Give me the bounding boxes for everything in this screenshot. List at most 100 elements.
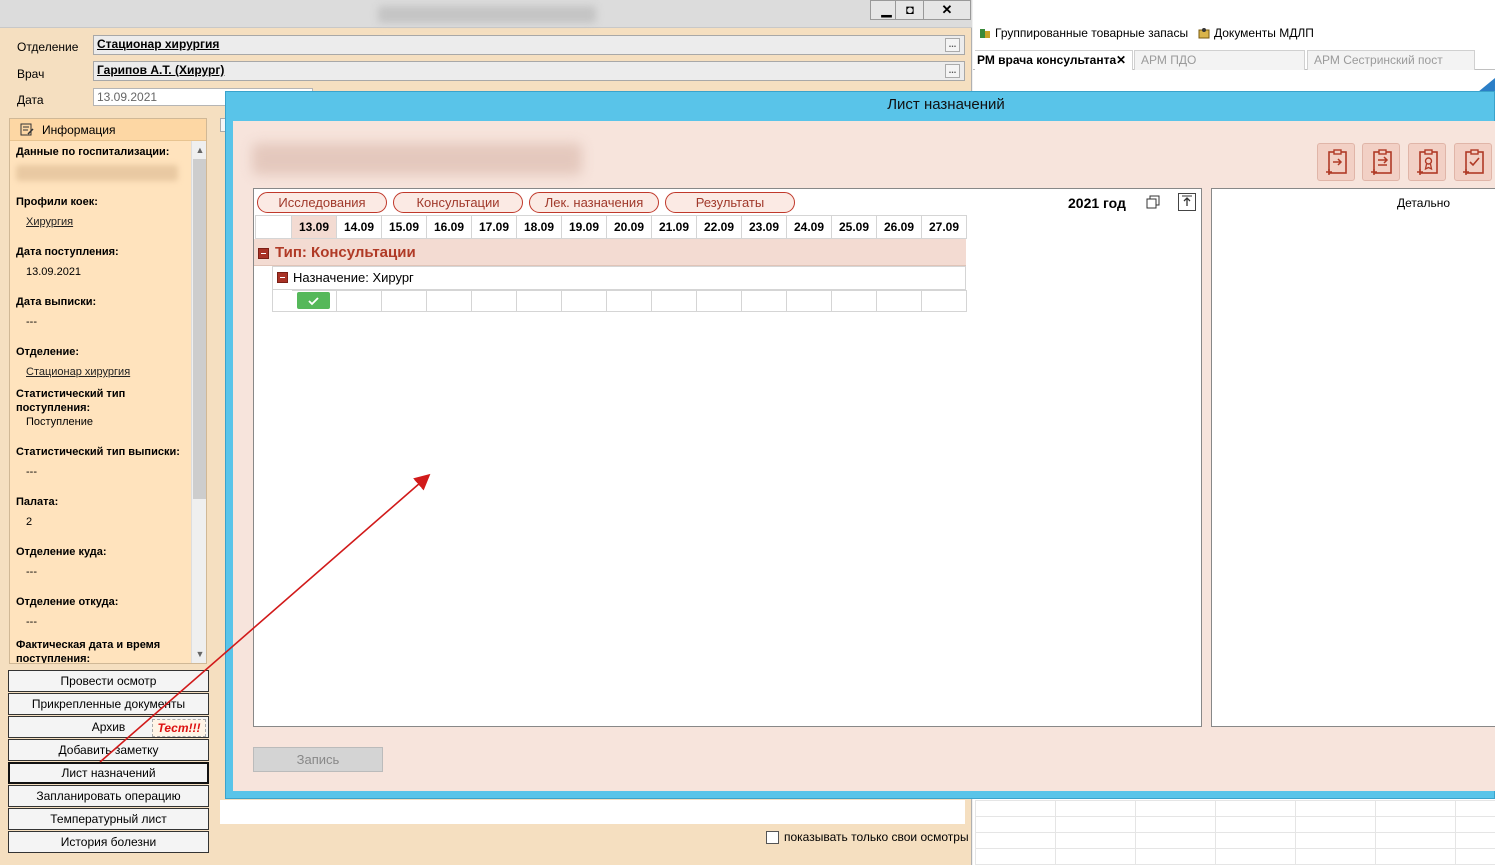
date-label: Дата xyxy=(17,93,44,107)
date-header-cell[interactable]: 18.09 xyxy=(517,215,562,239)
tab-research[interactable]: Исследования xyxy=(257,192,387,213)
department-field[interactable]: Стационар хирургия ... xyxy=(93,35,965,55)
date-header-cell[interactable]: 17.09 xyxy=(472,215,517,239)
date-header-cell[interactable]: 27.09 xyxy=(922,215,967,239)
schedule-cell[interactable] xyxy=(832,290,877,312)
medical-history-button[interactable]: История болезни xyxy=(8,831,209,853)
date-header-cell[interactable]: 13.09 xyxy=(292,215,337,239)
save-button[interactable]: Запись xyxy=(253,747,383,772)
show-own-exams-checkbox[interactable] xyxy=(766,831,779,844)
info-value-discharge-type: --- xyxy=(26,466,37,478)
date-header-cell[interactable]: 25.09 xyxy=(832,215,877,239)
tab-consultant-label: РМ врача консультанта xyxy=(977,53,1117,67)
background-spreadsheet-grid xyxy=(975,800,1495,865)
collapse-assignment-icon[interactable] xyxy=(277,272,288,283)
date-header-cell[interactable]: 19.09 xyxy=(562,215,607,239)
schedule-cell[interactable] xyxy=(427,290,472,312)
clipboard-check-icon xyxy=(1463,149,1484,175)
schedule-cell[interactable] xyxy=(922,290,967,312)
scroll-down-icon[interactable]: ▼ xyxy=(194,647,206,661)
tab-results[interactable]: Результаты xyxy=(665,192,795,213)
temperature-sheet-button[interactable]: Температурный лист xyxy=(8,808,209,830)
close-button[interactable]: ✕ xyxy=(923,0,971,20)
dialog-title: Лист назначений xyxy=(887,96,1005,113)
clipboard-certificate-icon xyxy=(1417,149,1438,175)
doctor-field[interactable]: Гарипов А.Т. (Хирург) ... xyxy=(93,61,965,81)
group-type-label: Тип: Консультации xyxy=(275,244,416,261)
clipboard-export-button[interactable] xyxy=(1362,143,1400,181)
info-value-department-from: --- xyxy=(26,616,37,628)
detail-label: Детально xyxy=(1397,196,1450,210)
info-value-department[interactable]: Стационар хирургия xyxy=(26,366,186,378)
info-panel-header[interactable]: Информация xyxy=(10,119,206,141)
maximize-button[interactable]: ◘ xyxy=(895,0,925,20)
info-scrollbar[interactable]: ▲ ▼ xyxy=(191,141,206,663)
edit-note-icon xyxy=(20,123,34,136)
scroll-thumb[interactable] xyxy=(193,159,206,499)
schedule-cell[interactable] xyxy=(562,290,607,312)
doctor-picker-button[interactable]: ... xyxy=(945,64,960,78)
info-label-ward: Палата: xyxy=(16,496,59,508)
scroll-up-icon[interactable]: ▲ xyxy=(194,143,206,157)
schedule-cell[interactable] xyxy=(877,290,922,312)
info-label-actual-admission: Фактическая дата и время поступления: xyxy=(16,639,161,664)
tab-nurse-post[interactable]: АРМ Сестринский пост xyxy=(1307,50,1475,70)
redacted-patient-name xyxy=(252,143,582,175)
department-label: Отделение xyxy=(17,40,79,54)
tab-drug-prescriptions[interactable]: Лек. назначения xyxy=(529,192,659,213)
tab-pdo-workstation[interactable]: АРМ ПДО xyxy=(1134,50,1305,70)
tab-consultations[interactable]: Консультации xyxy=(393,192,523,213)
info-label-department-to: Отделение куда: xyxy=(16,546,107,558)
info-label-discharge-date: Дата выписки: xyxy=(16,296,97,308)
date-header-corner xyxy=(255,215,292,239)
schedule-cell[interactable] xyxy=(472,290,517,312)
collapse-type-icon[interactable] xyxy=(258,248,269,259)
clipboard-import-button[interactable] xyxy=(1317,143,1355,181)
conduct-exam-button[interactable]: Провести осмотр xyxy=(8,670,209,692)
test-badge: Тест!!! xyxy=(152,719,206,737)
date-header-cell[interactable]: 26.09 xyxy=(877,215,922,239)
info-label-admission-date: Дата поступления: xyxy=(16,246,119,258)
date-header-cell[interactable]: 16.09 xyxy=(427,215,472,239)
clipboard-check-button[interactable] xyxy=(1454,143,1492,181)
info-value-department-to: --- xyxy=(26,566,37,578)
date-header-cell[interactable]: 24.09 xyxy=(787,215,832,239)
clipboard-certificate-button[interactable] xyxy=(1408,143,1446,181)
schedule-cell[interactable] xyxy=(742,290,787,312)
checkmark-icon xyxy=(308,297,319,306)
date-header-cell[interactable]: 22.09 xyxy=(697,215,742,239)
schedule-cell[interactable] xyxy=(382,290,427,312)
schedule-cell[interactable] xyxy=(787,290,832,312)
tab-consultant-workstation[interactable]: РМ врача консультанта ✕ xyxy=(975,50,1133,70)
info-value-bed-profiles[interactable]: Хирургия xyxy=(26,216,186,228)
content-bottom-strip xyxy=(220,800,965,824)
tab-close-icon[interactable]: ✕ xyxy=(1116,53,1126,67)
grouped-stock-link[interactable]: Группированные товарные запасы xyxy=(995,26,1188,40)
info-panel-title: Информация xyxy=(42,123,116,137)
redacted-hospitalization-data xyxy=(16,165,178,181)
export-icon[interactable] xyxy=(1178,193,1196,211)
date-header-cell[interactable]: 23.09 xyxy=(742,215,787,239)
schedule-cell[interactable] xyxy=(337,290,382,312)
date-header-cell[interactable]: 20.09 xyxy=(607,215,652,239)
mdlp-documents-link[interactable]: Документы МДЛП xyxy=(1214,26,1314,40)
attached-documents-button[interactable]: Прикрепленные документы xyxy=(8,693,209,715)
info-value-admission-type: Поступление xyxy=(26,416,94,428)
date-header-cell[interactable]: 14.09 xyxy=(337,215,382,239)
schedule-cell[interactable] xyxy=(607,290,652,312)
department-picker-button[interactable]: ... xyxy=(945,38,960,52)
prescription-sheet-button[interactable]: Лист назначений xyxy=(8,762,209,784)
schedule-cell[interactable] xyxy=(517,290,562,312)
doctor-value: Гарипов А.Т. (Хирург) xyxy=(97,63,225,77)
department-value: Стационар хирургия xyxy=(97,37,220,51)
add-note-button[interactable]: Добавить заметку xyxy=(8,739,209,761)
schedule-cell[interactable] xyxy=(652,290,697,312)
date-header-cell[interactable]: 15.09 xyxy=(382,215,427,239)
schedule-operation-button[interactable]: Запланировать операцию xyxy=(8,785,209,807)
date-header-cell[interactable]: 21.09 xyxy=(652,215,697,239)
info-label-hospitalization: Данные по госпитализации: xyxy=(16,146,170,158)
copy-icon[interactable] xyxy=(1146,195,1160,209)
redacted-title xyxy=(378,6,596,23)
done-check-badge[interactable] xyxy=(297,292,330,309)
schedule-cell[interactable] xyxy=(697,290,742,312)
